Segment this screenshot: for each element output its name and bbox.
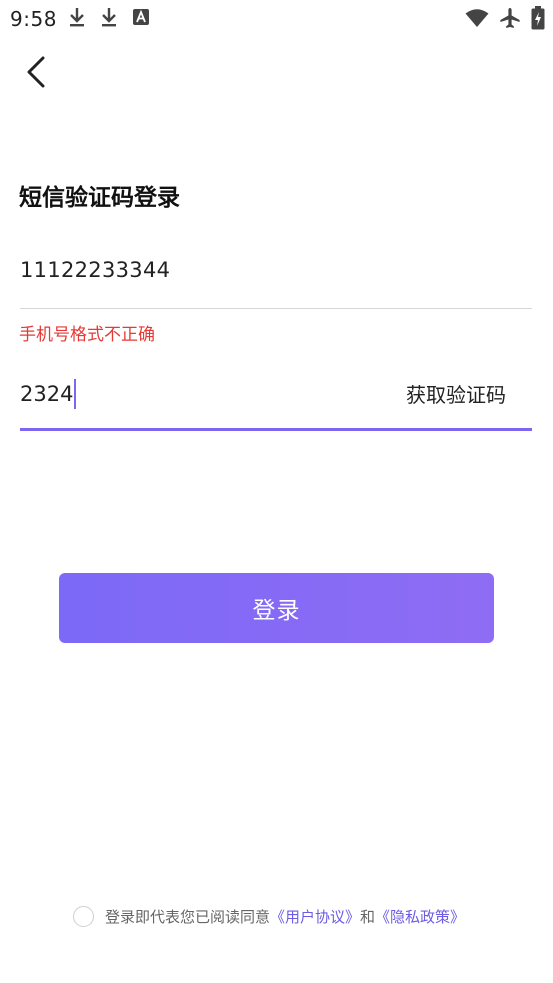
privacy-policy-link[interactable]: 《隐私政策》 [375, 906, 465, 927]
get-code-button[interactable]: 获取验证码 [406, 379, 506, 408]
agree-checkbox[interactable] [73, 906, 94, 927]
agreement-conjunction: 和 [360, 908, 376, 926]
download-icon [68, 6, 86, 28]
status-time: 9:58 [10, 7, 57, 31]
login-button[interactable]: 登录 [59, 573, 494, 643]
status-notification-icons [68, 6, 150, 28]
phone-input[interactable]: 11122233344 [20, 252, 532, 309]
wifi-icon [465, 8, 489, 28]
user-agreement-link[interactable]: 《用户协议》 [270, 906, 360, 927]
code-input-value: 2324 [20, 382, 74, 406]
agreement-row: 登录即代表您已阅读同意 《用户协议》 和 《隐私政策》 [73, 906, 465, 927]
text-a-icon [132, 8, 150, 26]
text-caret [74, 379, 77, 409]
page-title: 短信验证码登录 [19, 185, 180, 211]
status-bar: 9:58 [0, 0, 553, 36]
login-button-label: 登录 [252, 598, 301, 624]
download-icon [100, 6, 118, 28]
phone-error-message: 手机号格式不正确 [19, 325, 155, 345]
code-input-value-wrap: 2324 [20, 379, 77, 409]
battery-charging-icon [531, 6, 545, 30]
status-system-icons [465, 6, 545, 30]
back-button[interactable] [14, 52, 58, 92]
agreement-text: 登录即代表您已阅读同意 [105, 908, 271, 926]
chevron-left-icon [25, 55, 47, 89]
phone-input-value: 11122233344 [20, 258, 171, 282]
airplane-icon [499, 7, 521, 29]
code-input[interactable]: 2324 获取验证码 [20, 371, 532, 431]
